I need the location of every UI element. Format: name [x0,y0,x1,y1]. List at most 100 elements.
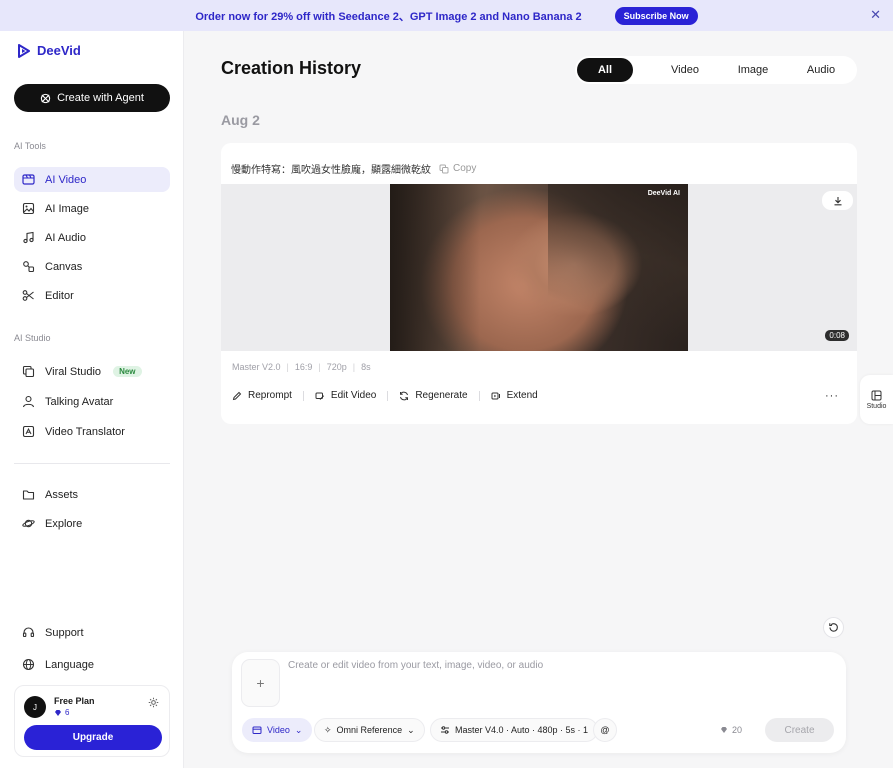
gear-icon[interactable] [148,697,159,711]
prompt-input[interactable]: Create or edit video from your text, ima… [288,660,543,671]
folder-icon [22,488,35,501]
image-icon [22,202,35,215]
hair-shadow [548,184,688,351]
logo[interactable]: DeeVid [17,43,81,58]
reference-selector[interactable]: ✧ Omni Reference ⌄ [314,718,425,742]
action-separator [302,390,304,401]
sidebar-item-ai-image[interactable]: AI Image [14,196,170,221]
tab-image[interactable]: Image [719,58,787,82]
reprompt-button[interactable]: Reprompt [232,390,303,401]
regenerate-label: Regenerate [415,390,468,401]
promo-banner: Order now for 29% off with Seedance 2、GP… [0,0,893,31]
avatar[interactable]: J [24,696,46,718]
close-icon[interactable]: ✕ [870,7,881,23]
edit-video-label: Edit Video [330,390,377,401]
sidebar-item-label: Editor [45,289,74,302]
sidebar-item-label: Support [45,626,84,639]
meta-separator: | [286,362,289,372]
sidebar-item-explore[interactable]: Explore [14,511,170,536]
video-stage: DeeVid AI 0:08 [221,184,857,351]
gem-icon [721,727,727,733]
watermark: DeeVid AI [647,190,680,197]
studio-icon [871,390,882,400]
sidebar-item-editor[interactable]: Editor [14,283,170,308]
studio-side-tab[interactable]: Studio [860,375,893,424]
credit-cost-value: 20 [732,725,743,735]
filter-tabs: All Video Image Audio [575,56,857,84]
credit-count: 6 [65,708,70,717]
extend-label: Extend [506,390,538,401]
tab-video[interactable]: Video [651,58,719,82]
credit-cost: 20 [720,725,742,735]
extend-button[interactable]: Extend [491,390,549,401]
sidebar-item-ai-video[interactable]: AI Video [14,167,170,192]
brand-name: DeeVid [37,43,81,58]
copy-button[interactable]: Copy [439,163,476,174]
duration-badge: 0:08 [825,330,849,341]
hair-shadow [390,184,480,351]
download-button[interactable] [822,191,853,210]
generation-meta: Master V2.0 | 16:9 | 720p | 8s [232,362,371,372]
sidebar-item-viral-studio[interactable]: Viral Studio New [14,359,170,384]
sidebar-item-talking-avatar[interactable]: Talking Avatar [14,389,170,414]
edit-video-icon [315,392,325,400]
model-settings-selector[interactable]: Master V4.0 · Auto · 480p · 5s · 1 [430,718,599,742]
sidebar-item-ai-audio[interactable]: AI Audio [14,225,170,250]
sidebar-item-assets[interactable]: Assets [14,482,170,507]
plan-card: J Free Plan 6 Upgrade [14,685,170,757]
card-actions: Reprompt Edit Video Regenerate Extend [232,390,549,401]
action-separator [478,390,480,401]
sidebar-item-label: AI Image [45,202,90,215]
mention-button[interactable]: @ [593,718,617,742]
prompt-text: 慢動作特寫：風吹過女性臉龐，顯露細微乾紋 [231,165,431,176]
meta-length: 8s [361,362,371,372]
sidebar-item-canvas[interactable]: Canvas [14,254,170,279]
upgrade-button[interactable]: Upgrade [24,725,162,750]
ai-tools-label: AI Tools [14,141,46,151]
page-title: Creation History [221,58,362,78]
reprompt-label: Reprompt [248,390,292,401]
tab-audio[interactable]: Audio [787,58,855,82]
more-options-button[interactable]: ··· [825,390,839,402]
sidebar-item-label: AI Video [45,173,87,186]
action-separator [387,390,389,401]
extend-icon [491,392,500,399]
regenerate-button[interactable]: Regenerate [399,390,478,401]
meta-separator: | [318,362,321,372]
add-media-button[interactable]: + [241,659,280,707]
user-icon [22,395,35,408]
mode-selector[interactable]: Video ⌄ [242,718,313,742]
new-badge: New [113,366,142,377]
edit-video-button[interactable]: Edit Video [315,390,387,401]
copy-icon [22,365,35,378]
sidebar-item-label: Viral Studio [45,365,102,378]
tab-all[interactable]: All [577,58,633,82]
agent-icon [40,93,51,103]
history-refresh-button[interactable] [823,617,844,638]
video-thumbnail[interactable]: DeeVid AI [390,184,688,351]
headset-icon [22,626,35,639]
sidebar-item-video-translator[interactable]: Video Translator [14,419,170,444]
sidebar-item-language[interactable]: Language [14,652,170,677]
subscribe-button[interactable]: Subscribe Now [614,6,698,25]
date-heading: Aug 2 [221,112,260,128]
ai-studio-label: AI Studio [14,333,51,343]
deevid-logo-icon [18,43,30,58]
create-button[interactable]: Create [765,718,834,742]
chevron-down-icon: ⌄ [294,724,303,735]
copy-icon [439,164,449,173]
sidebar-item-label: Explore [45,517,83,530]
planet-icon [22,517,35,530]
video-icon [252,726,262,734]
sidebar-item-support[interactable]: Support [14,620,170,645]
plan-credits: 6 [54,708,69,717]
meta-model: Master V2.0 [232,362,281,372]
sidebar: DeeVid Create with Agent AI Tools AI Vid… [0,31,184,768]
creation-card: 慢動作特寫：風吹過女性臉龐，顯露細微乾紋 Copy DeeVid AI 0:08… [221,143,857,424]
meta-ratio: 16:9 [294,362,313,372]
meta-resolution: 720p [326,362,347,372]
sidebar-item-label: Talking Avatar [45,395,114,408]
canvas-icon [22,260,35,273]
create-with-agent-button[interactable]: Create with Agent [14,84,170,112]
history-icon [829,623,838,632]
